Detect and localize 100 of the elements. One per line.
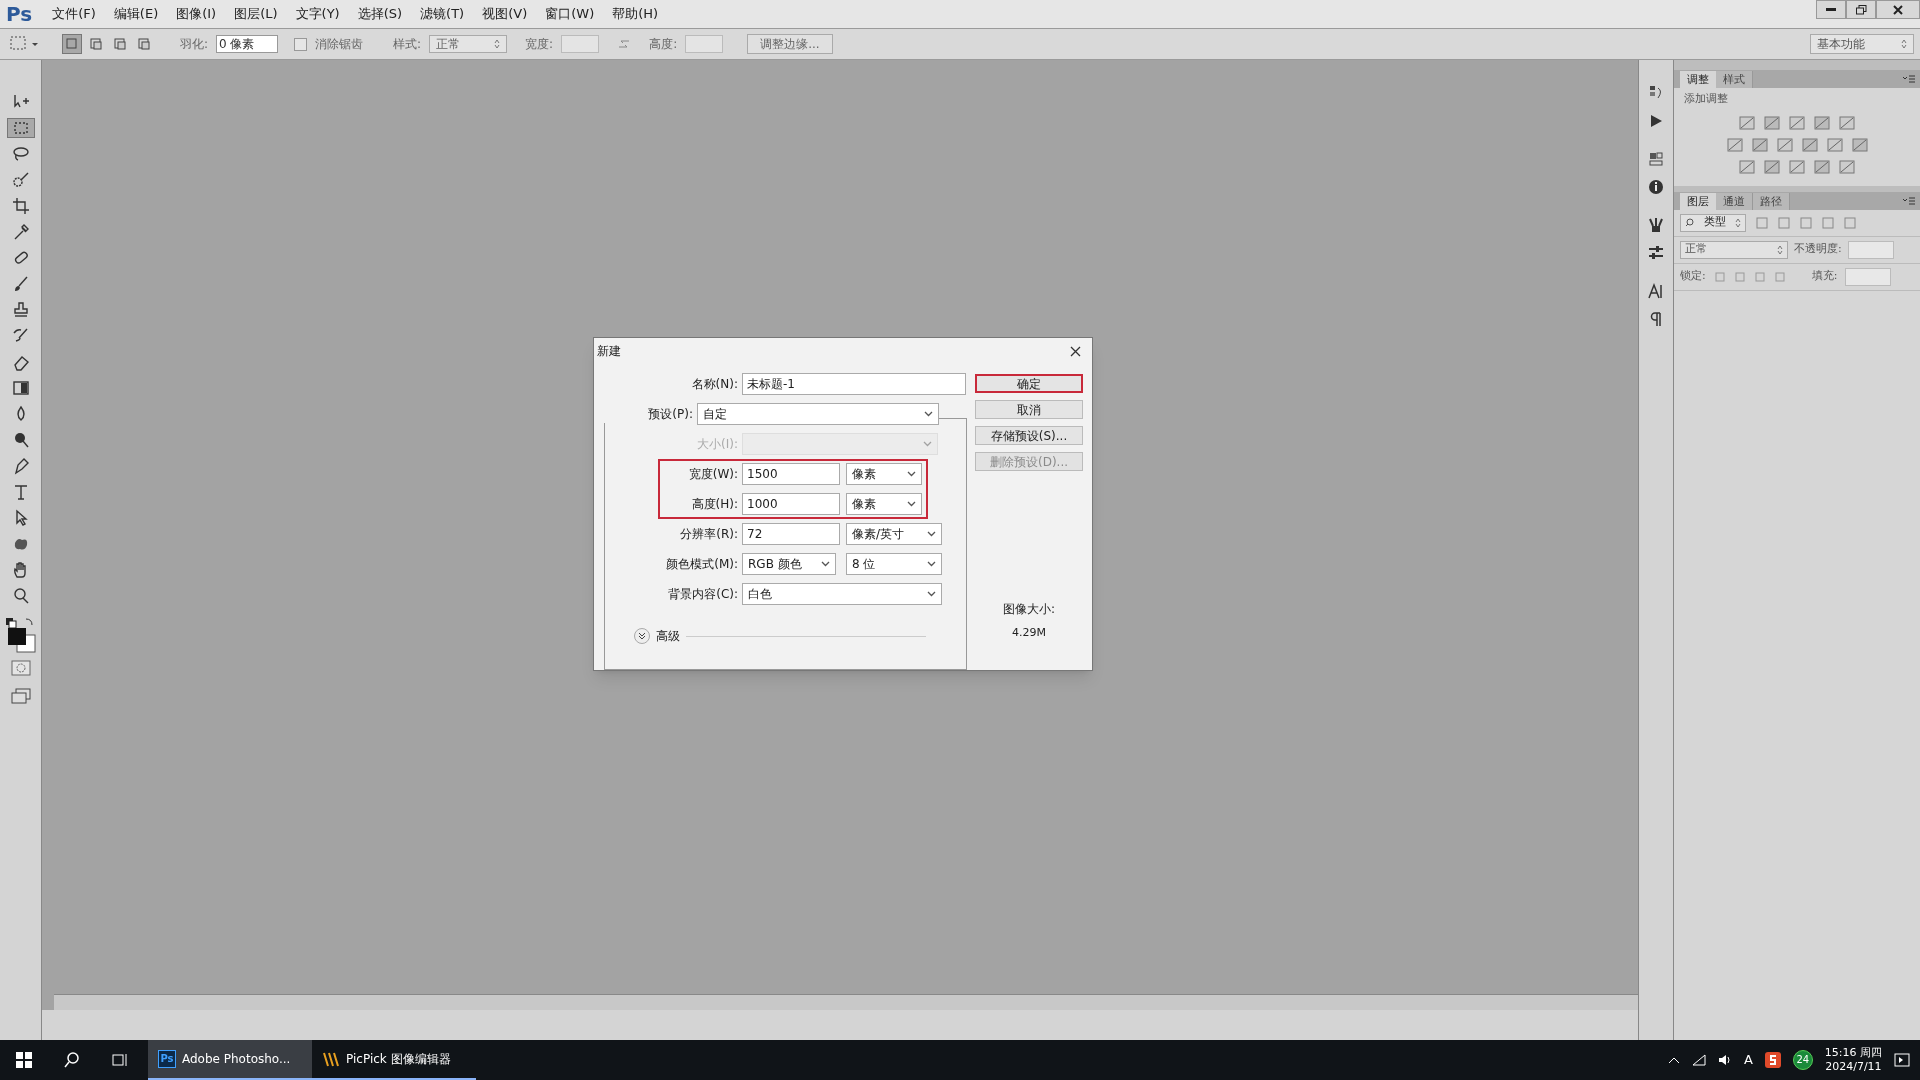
adjustment-icon[interactable] <box>1739 115 1755 130</box>
eraser-icon[interactable] <box>11 353 30 371</box>
action-center-icon[interactable] <box>1894 1053 1910 1067</box>
taskbar-app-button[interactable]: PicPick 图像编辑器 <box>312 1040 476 1080</box>
layer-comps-panel-icon[interactable] <box>1647 150 1665 168</box>
color-swatches-icon[interactable] <box>3 616 38 654</box>
adjustment-icon[interactable] <box>1726 137 1743 152</box>
menu-item[interactable]: 文件(F) <box>52 4 96 24</box>
spinner-icon[interactable] <box>1901 39 1907 49</box>
restore-icon[interactable] <box>1855 4 1867 15</box>
gradient-icon[interactable] <box>11 379 30 397</box>
app-icon[interactable]: Ps <box>158 1050 176 1068</box>
adjustment-icon[interactable] <box>1814 115 1830 130</box>
name-field[interactable]: 未标题-1 <box>742 373 966 395</box>
clock-date[interactable]: 2024/7/11 <box>1825 1060 1882 1074</box>
panel-tab[interactable]: 路径 <box>1753 192 1790 210</box>
caret-icon[interactable] <box>927 531 936 537</box>
task-view-icon[interactable] <box>112 1052 128 1068</box>
caret-icon[interactable] <box>924 411 933 417</box>
notification-badge[interactable]: 24 <box>1792 1050 1813 1070</box>
spinner-icon[interactable] <box>1777 244 1783 255</box>
clock-time[interactable]: 15:16 周四 <box>1824 1046 1882 1060</box>
color-mode-dropdown[interactable]: RGB 颜色 <box>742 553 836 575</box>
panel-tab[interactable]: 样式 <box>1716 71 1753 88</box>
refine-edge-button[interactable]: 调整边缘... <box>747 34 833 54</box>
chevron-icon[interactable] <box>638 632 646 640</box>
screen-mode-icon[interactable] <box>10 688 31 704</box>
adjustment-icon[interactable] <box>1839 159 1855 174</box>
expand-toggle[interactable] <box>634 628 650 644</box>
history-brush-icon[interactable] <box>11 327 30 345</box>
brush-presets-panel-icon[interactable] <box>1647 216 1665 234</box>
menu-item[interactable]: 文字(Y) <box>295 4 340 24</box>
panel-menu-icon[interactable] <box>1902 75 1916 83</box>
close-button[interactable] <box>1876 0 1920 19</box>
caret-icon[interactable] <box>927 591 936 597</box>
dialog-button[interactable]: 存储预设(S)... <box>975 426 1083 445</box>
minimize-button[interactable] <box>1816 0 1846 19</box>
menu-item[interactable]: 窗口(W) <box>545 4 595 24</box>
info-panel-icon[interactable] <box>1647 178 1665 196</box>
volume-icon[interactable] <box>1717 1054 1732 1066</box>
workspace-dropdown[interactable]: 基本功能 <box>1810 34 1914 54</box>
input-method-indicator[interactable]: A <box>1743 1050 1753 1070</box>
width-field[interactable]: 1500 <box>742 463 840 485</box>
caret-icon[interactable] <box>821 561 830 567</box>
horizontal-scrollbar[interactable] <box>54 994 1638 1010</box>
width-field[interactable] <box>561 35 600 53</box>
caret-icon[interactable] <box>907 471 916 477</box>
adjustment-icon[interactable] <box>1839 115 1855 130</box>
antialias-checkbox[interactable] <box>294 37 308 51</box>
start-icon[interactable] <box>16 1052 32 1068</box>
panel-tab[interactable]: 图层 <box>1680 192 1716 210</box>
sliders-panel-icon[interactable] <box>1647 244 1665 262</box>
adjustment-icon[interactable] <box>1826 137 1843 152</box>
panel-tab[interactable]: 通道 <box>1716 192 1753 210</box>
adjustment-icon[interactable] <box>1801 137 1818 152</box>
marquee-icon[interactable] <box>11 119 30 137</box>
spinner-icon[interactable] <box>494 39 501 49</box>
minimize-icon[interactable] <box>1826 7 1836 12</box>
adjustment-icon[interactable] <box>1789 115 1805 130</box>
character-panel-icon[interactable] <box>1647 282 1665 300</box>
feather-field[interactable]: 0 像素 <box>216 35 279 53</box>
zoom-icon[interactable] <box>11 587 30 605</box>
panel-tab[interactable]: 调整 <box>1680 71 1716 88</box>
caret-icon[interactable] <box>927 561 936 567</box>
adjustment-icon[interactable] <box>1814 159 1830 174</box>
adjustment-icon[interactable] <box>1739 159 1755 174</box>
menu-item[interactable]: 滤镜(T) <box>420 4 465 24</box>
search-icon[interactable] <box>64 1052 80 1068</box>
chevron-up-icon[interactable] <box>1667 1056 1680 1064</box>
network-icon[interactable] <box>1691 1054 1706 1066</box>
menu-item[interactable]: 选择(S) <box>357 4 403 24</box>
height-unit-dropdown[interactable]: 像素 <box>846 493 922 515</box>
menu-item[interactable]: 图像(I) <box>176 4 217 24</box>
adjustment-icon[interactable] <box>1751 137 1768 152</box>
adjustment-icon[interactable] <box>1851 137 1868 152</box>
fill-field[interactable] <box>1845 267 1892 286</box>
adjustment-icon[interactable] <box>1789 159 1805 174</box>
sogou-icon[interactable] <box>1764 1052 1781 1068</box>
menu-item[interactable]: 视图(V) <box>482 4 528 24</box>
stamp-icon[interactable] <box>11 301 30 319</box>
crop-icon[interactable] <box>11 197 30 215</box>
panel-menu-icon[interactable] <box>1902 196 1916 205</box>
close-icon[interactable] <box>1893 4 1903 15</box>
opacity-field[interactable] <box>1847 240 1894 259</box>
caret-icon[interactable] <box>907 501 916 507</box>
adjustment-icon[interactable] <box>1776 137 1793 152</box>
preset-dropdown[interactable]: 自定 <box>697 403 939 425</box>
restore-button[interactable] <box>1846 0 1876 19</box>
bit-depth-dropdown[interactable]: 8 位 <box>846 553 942 575</box>
lasso-icon[interactable] <box>11 145 30 163</box>
quick-select-icon[interactable] <box>11 171 30 189</box>
app-icon[interactable] <box>322 1050 340 1068</box>
resolution-unit-dropdown[interactable]: 像素/英寸 <box>846 523 942 545</box>
menu-item[interactable]: 帮助(H) <box>612 4 659 24</box>
adjustment-icon[interactable] <box>1764 159 1780 174</box>
taskbar-app-button[interactable]: Ps Adobe Photosho... <box>148 1040 312 1080</box>
width-unit-dropdown[interactable]: 像素 <box>846 463 922 485</box>
resolution-field[interactable]: 72 <box>742 523 840 545</box>
height-field[interactable] <box>685 35 724 53</box>
spinner-icon[interactable] <box>1735 217 1741 228</box>
